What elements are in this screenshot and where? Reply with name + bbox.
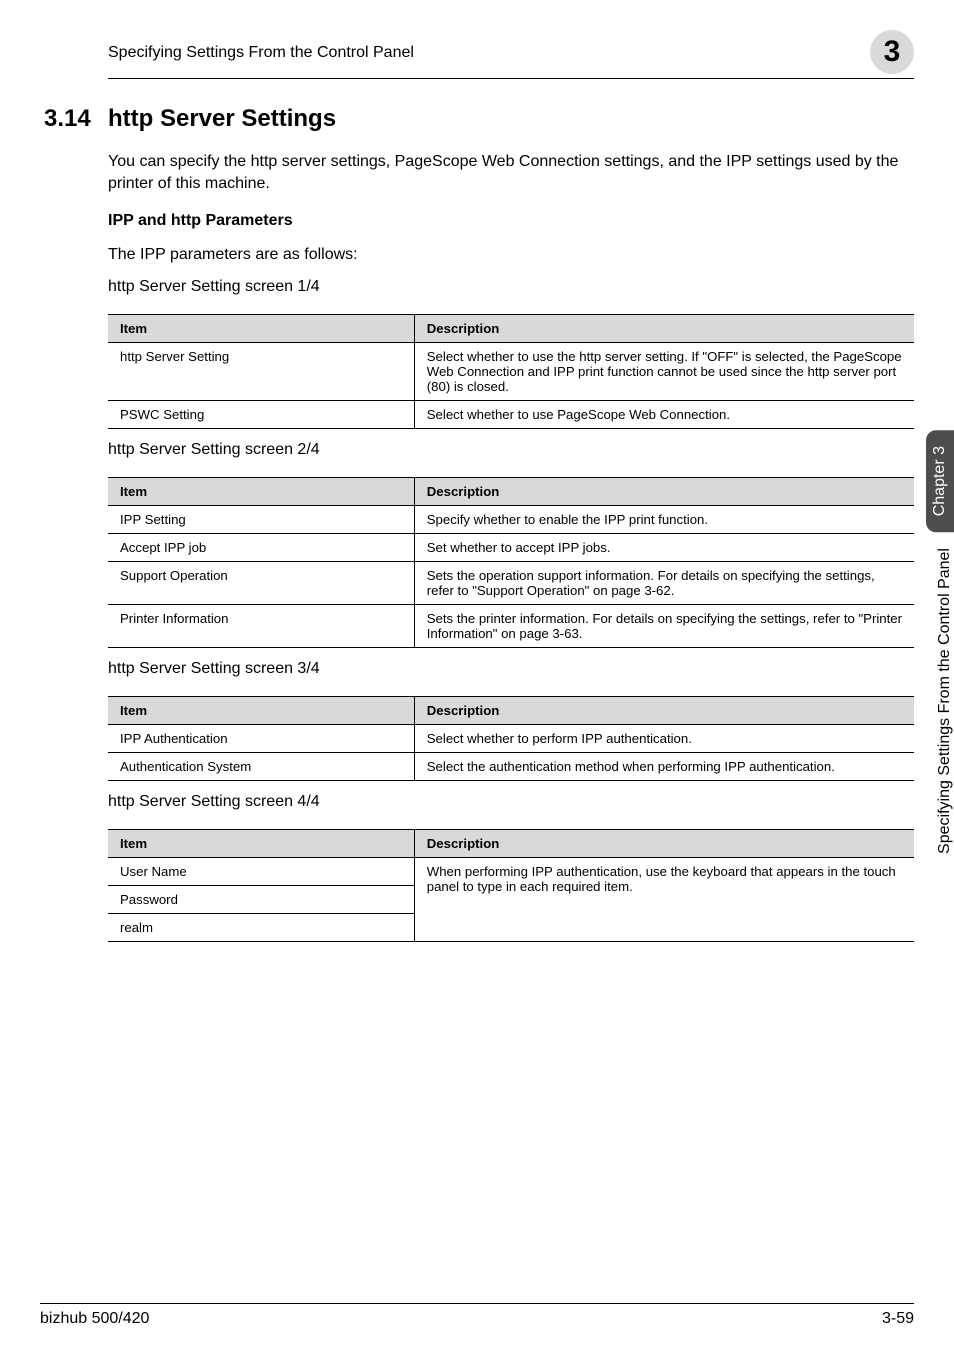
side-tab-chapter: Chapter 3 <box>926 430 954 532</box>
table-caption-4: http Server Setting screen 4/4 <box>108 793 914 811</box>
table-header-desc: Description <box>414 314 914 342</box>
section-title: http Server Settings <box>108 105 336 132</box>
cell-desc: Specify whether to enable the IPP print … <box>414 505 914 533</box>
cell-desc: Sets the operation support information. … <box>414 561 914 604</box>
cell-item: PSWC Setting <box>108 400 414 428</box>
table-1: Item Description http Server Setting Sel… <box>108 314 914 429</box>
cell-desc: Select whether to use the http server se… <box>414 342 914 400</box>
table-header-desc: Description <box>414 477 914 505</box>
cell-item: Password <box>108 885 414 913</box>
cell-item: realm <box>108 913 414 941</box>
cell-desc: Select whether to use PageScope Web Conn… <box>414 400 914 428</box>
footer-right: 3-59 <box>882 1310 914 1328</box>
cell-desc: Select the authentication method when pe… <box>414 752 914 780</box>
cell-desc: Select whether to perform IPP authentica… <box>414 724 914 752</box>
section-number: 3.14 <box>44 105 108 133</box>
cell-item: Printer Information <box>108 604 414 647</box>
page-footer: bizhub 500/420 3-59 <box>40 1303 914 1328</box>
footer-left: bizhub 500/420 <box>40 1310 149 1328</box>
cell-item: Authentication System <box>108 752 414 780</box>
table-2: Item Description IPP Setting Specify whe… <box>108 477 914 648</box>
cell-desc: When performing IPP authentication, use … <box>414 857 914 941</box>
table-3: Item Description IPP Authentication Sele… <box>108 696 914 781</box>
table-row: Printer Information Sets the printer inf… <box>108 604 914 647</box>
sub-intro: The IPP parameters are as follows: <box>108 244 914 266</box>
table-row: IPP Authentication Select whether to per… <box>108 724 914 752</box>
cell-desc: Sets the printer information. For detail… <box>414 604 914 647</box>
table-row: IPP Setting Specify whether to enable th… <box>108 505 914 533</box>
table-header-item: Item <box>108 477 414 505</box>
side-tab-title: Specifying Settings From the Control Pan… <box>928 532 954 870</box>
side-tab: Chapter 3 Specifying Settings From the C… <box>926 430 954 870</box>
cell-item: IPP Authentication <box>108 724 414 752</box>
table-header-desc: Description <box>414 696 914 724</box>
table-caption-3: http Server Setting screen 3/4 <box>108 660 914 678</box>
sub-heading: IPP and http Parameters <box>108 212 914 230</box>
intro-paragraph: You can specify the http server settings… <box>108 151 914 194</box>
running-header: Specifying Settings From the Control Pan… <box>108 30 414 62</box>
table-row: PSWC Setting Select whether to use PageS… <box>108 400 914 428</box>
table-4: Item Description User Name When performi… <box>108 829 914 942</box>
table-caption-1: http Server Setting screen 1/4 <box>108 278 914 296</box>
cell-item: Accept IPP job <box>108 533 414 561</box>
table-header-item: Item <box>108 314 414 342</box>
table-header-desc: Description <box>414 829 914 857</box>
cell-item: Support Operation <box>108 561 414 604</box>
table-header-item: Item <box>108 829 414 857</box>
table-row: User Name When performing IPP authentica… <box>108 857 914 885</box>
table-row: Authentication System Select the authent… <box>108 752 914 780</box>
cell-item: User Name <box>108 857 414 885</box>
section-heading: 3.14http Server Settings <box>108 105 914 133</box>
table-row: Support Operation Sets the operation sup… <box>108 561 914 604</box>
cell-desc: Set whether to accept IPP jobs. <box>414 533 914 561</box>
cell-item: IPP Setting <box>108 505 414 533</box>
table-header-item: Item <box>108 696 414 724</box>
table-row: Accept IPP job Set whether to accept IPP… <box>108 533 914 561</box>
chapter-badge: 3 <box>870 30 914 74</box>
table-caption-2: http Server Setting screen 2/4 <box>108 441 914 459</box>
cell-item: http Server Setting <box>108 342 414 400</box>
table-row: http Server Setting Select whether to us… <box>108 342 914 400</box>
